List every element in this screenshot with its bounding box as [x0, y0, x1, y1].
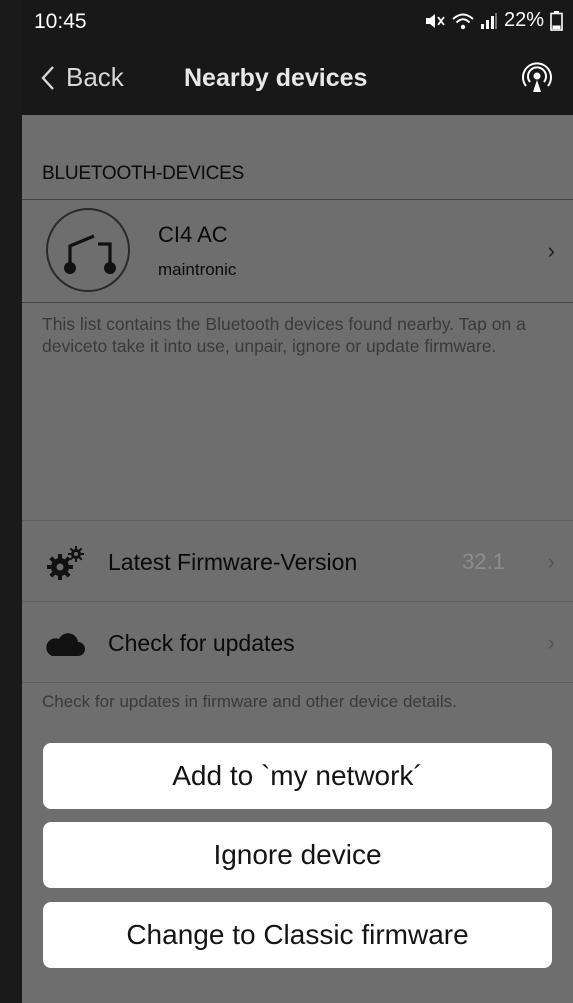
status-time: 10:45	[34, 10, 87, 33]
gears-icon	[47, 546, 84, 580]
chevron-right-icon: ›	[547, 238, 555, 263]
latest-firmware-row[interactable]: Latest Firmware-Version 32.1 ›	[22, 520, 573, 601]
latest-firmware-label: Latest Firmware-Version	[108, 549, 358, 575]
content: BLUETOOTH-DEVICES CI4 AC maintronic › Th…	[22, 115, 573, 1003]
radar-icon[interactable]	[521, 62, 553, 94]
device-manufacturer: maintronic	[158, 260, 237, 279]
chevron-right-icon: ›	[547, 630, 555, 655]
cloud-icon	[46, 633, 85, 656]
check-updates-row[interactable]: Check for updates ›	[22, 601, 573, 683]
device-name: CI4 AC	[158, 222, 228, 247]
status-bar: 10:45 22%	[22, 0, 573, 44]
chevron-left-icon	[41, 65, 54, 90]
nav-bar: Back Nearby devices	[22, 44, 573, 115]
relay-switch-icon	[46, 208, 130, 292]
signal-icon	[480, 12, 497, 29]
chevron-right-icon: ›	[547, 549, 555, 574]
back-button[interactable]: Back	[40, 62, 124, 93]
latest-firmware-value: 32.1	[462, 549, 505, 574]
page-title: Nearby devices	[184, 64, 368, 92]
device-row[interactable]: CI4 AC maintronic ›	[22, 199, 573, 303]
back-label: Back	[66, 62, 124, 92]
screen: 10:45 22% Back Nearby devices BLUETOOTH-…	[0, 0, 573, 1003]
ignore-device-button[interactable]: Ignore device	[43, 822, 552, 888]
battery-percent: 22%	[503, 9, 544, 31]
updates-description: Check for updates in firmware and other …	[42, 692, 457, 711]
add-to-network-button[interactable]: Add to `my network´	[43, 743, 552, 809]
change-classic-firmware-button[interactable]: Change to Classic firmware	[43, 902, 552, 968]
check-updates-label: Check for updates	[108, 630, 295, 656]
mute-icon	[425, 13, 445, 28]
section-header-bluetooth: BLUETOOTH-DEVICES	[42, 163, 245, 184]
bluetooth-description: This list contains the Bluetooth devices…	[42, 314, 526, 356]
battery-icon	[550, 10, 563, 31]
status-icons: 22%	[424, 9, 563, 32]
wifi-icon	[452, 13, 474, 29]
